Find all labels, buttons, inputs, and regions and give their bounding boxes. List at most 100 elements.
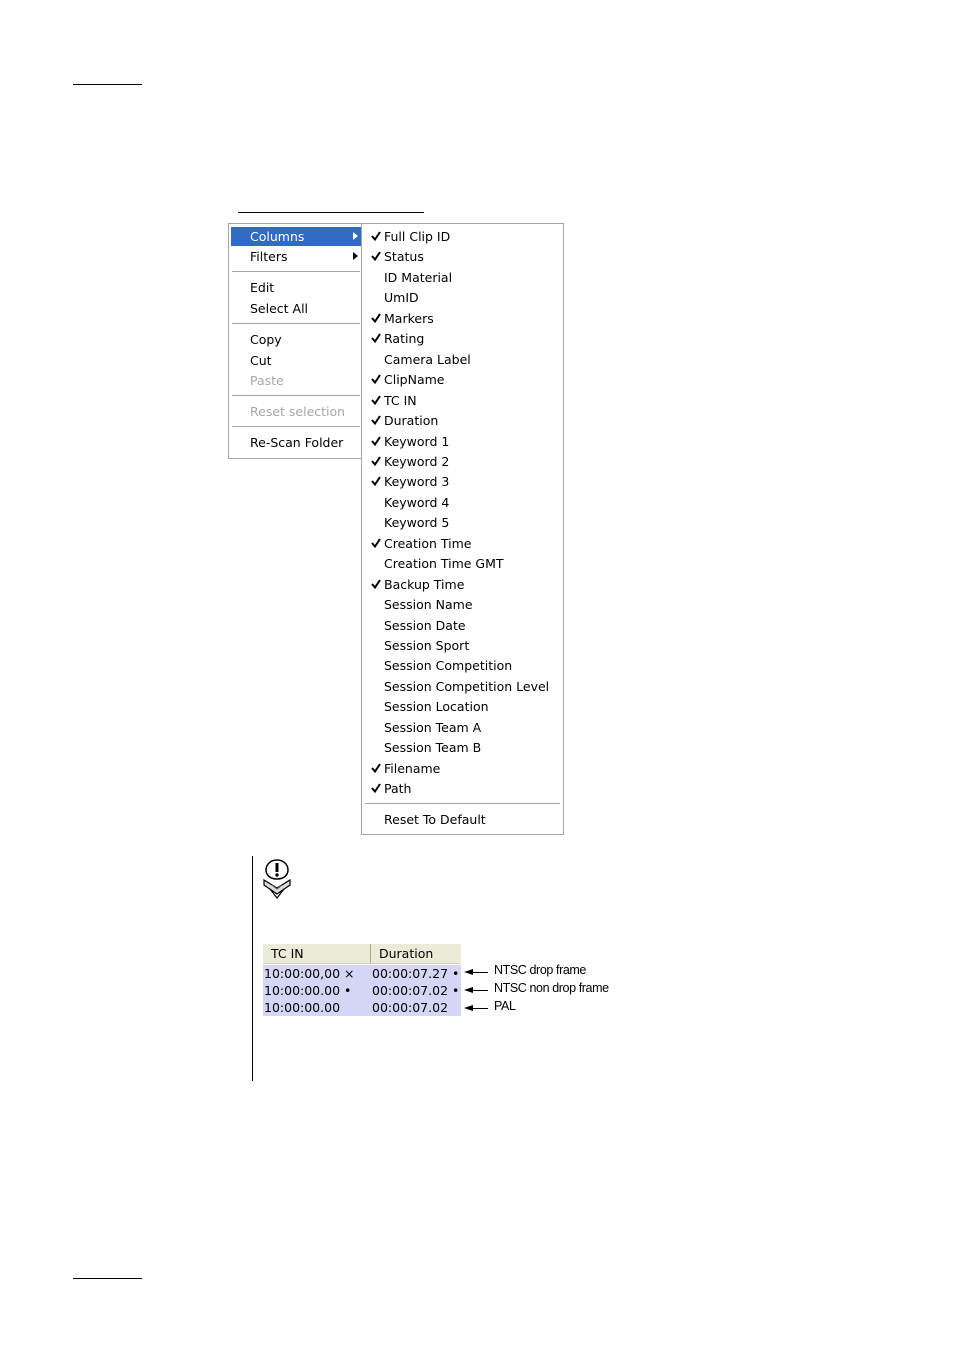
column-option-tc-in[interactable]: TC IN	[364, 391, 561, 410]
important-note-icon	[263, 859, 291, 899]
tc-in-cell: 10:00:00,00 ×	[264, 966, 355, 981]
column-option-creation-time[interactable]: Creation Time	[364, 534, 561, 553]
column-option-session-name[interactable]: Session Name	[364, 595, 561, 614]
menu-item-reset-selection[interactable]: Reset selection	[231, 402, 362, 421]
header-rule	[73, 84, 142, 85]
table-row[interactable]: 10:00:00,00 × 00:00:07.27 •	[263, 965, 461, 982]
menu-item-select-all[interactable]: Select All	[231, 299, 362, 318]
column-header-tc-in[interactable]: TC IN	[263, 944, 371, 964]
checkmark-icon	[371, 415, 381, 426]
column-option-session-team-a[interactable]: Session Team A	[364, 718, 561, 737]
column-option-label: UmID	[384, 290, 419, 306]
note-margin-line	[252, 856, 253, 1081]
column-option-umid[interactable]: UmID	[364, 288, 561, 307]
menu-item-re-scan-folder[interactable]: Re-Scan Folder	[231, 433, 362, 452]
column-option-backup-time[interactable]: Backup Time	[364, 575, 561, 594]
annotation-pal: PAL	[494, 999, 516, 1013]
column-option-session-date[interactable]: Session Date	[364, 616, 561, 635]
column-option-label: Rating	[384, 331, 425, 347]
column-option-label: Keyword 1	[384, 433, 450, 449]
annotation-arrow-line	[470, 1008, 488, 1009]
tc-in-cell: 10:00:00.00 •	[264, 983, 352, 998]
column-option-label: Session Team A	[384, 719, 482, 735]
checkmark-icon	[371, 333, 381, 344]
columns-submenu: Reset To Default Full Clip ID Status ID Ma…	[361, 223, 564, 835]
duration-cell: 00:00:07.02 •	[372, 983, 460, 998]
menu-item-label: Re-Scan Folder	[250, 435, 344, 450]
table-row[interactable]: 10:00:00.00 00:00:07.02	[263, 999, 461, 1016]
annotation-ntsc-drop: NTSC drop frame	[494, 963, 586, 977]
column-option-filename[interactable]: Filename	[364, 759, 561, 778]
column-option-label: TC IN	[384, 392, 417, 408]
column-option-session-location[interactable]: Session Location	[364, 697, 561, 716]
tc-in-cell: 10:00:00.00	[264, 1000, 341, 1015]
column-option-camera-label[interactable]: Camera Label	[364, 350, 561, 369]
menu-item-label: Columns	[250, 229, 305, 244]
menu-item-copy[interactable]: Copy	[231, 330, 362, 349]
checkmark-icon	[371, 395, 381, 405]
column-option-keyword-3[interactable]: Keyword 3	[364, 472, 561, 491]
checkmark-icon	[371, 538, 381, 548]
column-option-keyword-2[interactable]: Keyword 2	[364, 452, 561, 471]
duration-cell: 00:00:07.02	[372, 1000, 449, 1015]
column-header-duration[interactable]: Duration	[371, 944, 461, 964]
checkmark-icon	[371, 579, 381, 589]
menu-item-label: Reset selection	[250, 404, 346, 419]
submenu-arrow-icon	[353, 252, 358, 260]
column-option-label: Keyword 5	[384, 515, 450, 531]
column-option-label: Path	[384, 781, 412, 797]
menu-separator	[365, 803, 560, 804]
column-option-label: Duration	[384, 413, 439, 429]
menu-item-cut[interactable]: Cut	[231, 351, 362, 370]
checkmark-icon	[371, 251, 381, 262]
menu-item-label: Reset To Default	[384, 812, 486, 827]
checkmark-icon	[371, 456, 381, 467]
column-option-label: Filename	[384, 760, 441, 776]
caption-rule	[238, 212, 424, 213]
column-option-label: Session Competition Level	[384, 678, 550, 694]
checkmark-icon	[371, 374, 381, 385]
column-option-keyword-4[interactable]: Keyword 4	[364, 493, 561, 512]
menu-item-columns[interactable]: Columns	[231, 227, 362, 246]
column-option-label: Creation Time	[384, 535, 472, 551]
menu-item-label: Paste	[250, 373, 284, 388]
menu-separator	[232, 395, 360, 396]
column-option-session-sport[interactable]: Session Sport	[364, 636, 561, 655]
context-menu: Columns Filters Edit Select All Copy Cut…	[228, 223, 364, 459]
checkmark-icon	[371, 435, 381, 446]
column-option-keyword-5[interactable]: Keyword 5	[364, 513, 561, 532]
column-option-id-material[interactable]: ID Material	[364, 268, 561, 287]
column-option-label: ID Material	[384, 269, 453, 285]
checkmark-icon	[371, 476, 381, 487]
column-option-duration[interactable]: Duration	[364, 411, 561, 430]
menu-item-label: Cut	[250, 353, 272, 368]
reset-to-default-item[interactable]: Reset To Default	[364, 810, 561, 829]
column-option-status[interactable]: Status	[364, 247, 561, 266]
menu-separator	[232, 323, 360, 324]
column-option-label: Session Team B	[384, 740, 482, 756]
column-option-label: Session Location	[384, 699, 489, 715]
menu-item-edit[interactable]: Edit	[231, 278, 362, 297]
submenu-arrow-icon	[353, 232, 358, 240]
column-option-label: Keyword 4	[384, 494, 450, 510]
column-option-clipname[interactable]: ClipName	[364, 370, 561, 389]
duration-cell: 00:00:07.27 •	[372, 966, 460, 981]
column-option-markers[interactable]: Markers	[364, 309, 561, 328]
column-option-session-team-b[interactable]: Session Team B	[364, 738, 561, 757]
column-option-label: Session Date	[384, 617, 466, 633]
column-option-path[interactable]: Path	[364, 779, 561, 798]
column-option-session-competition[interactable]: Session Competition	[364, 656, 561, 675]
column-option-keyword-1[interactable]: Keyword 1	[364, 432, 561, 451]
annotation-arrow-line	[470, 972, 488, 973]
column-option-label: Full Clip ID	[384, 229, 451, 244]
column-option-session-competition-level[interactable]: Session Competition Level	[364, 677, 561, 696]
column-option-rating[interactable]: Rating	[364, 329, 561, 348]
table-row[interactable]: 10:00:00.00 • 00:00:07.02 •	[263, 982, 461, 999]
menu-item-filters[interactable]: Filters	[231, 247, 362, 266]
column-option-label: ClipName	[384, 372, 445, 388]
column-option-label: Keyword 3	[384, 474, 450, 490]
column-option-creation-time-gmt[interactable]: Creation Time GMT	[364, 554, 561, 573]
menu-item-paste[interactable]: Paste	[231, 371, 362, 390]
column-option-full-clip-id[interactable]: Full Clip ID	[364, 227, 561, 246]
menu-item-label: Edit	[250, 280, 275, 295]
